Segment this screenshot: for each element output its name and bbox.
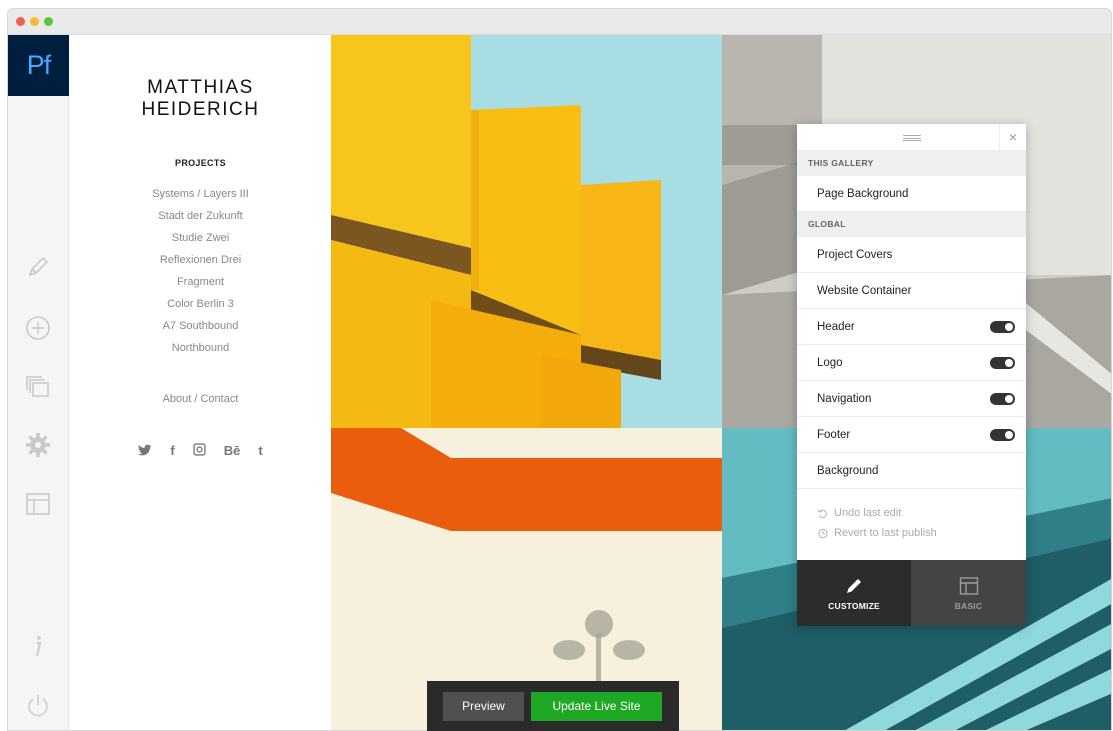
project-link[interactable]: Studie Zwei [70,231,331,253]
project-link[interactable]: Reflexionen Drei [70,253,331,275]
header-row-label: Header [817,321,855,333]
project-cover-yellow-blocks[interactable] [331,35,722,428]
project-link[interactable]: Northbound [70,341,331,363]
projects-list: Systems / Layers III Stadt der Zukunft S… [70,187,331,363]
panel-header: × [797,124,1026,151]
tab-customize[interactable]: CUSTOMIZE [797,560,911,626]
minimize-window-button[interactable] [30,17,39,26]
logo-toggle[interactable] [990,357,1015,369]
layout-icon [959,576,978,595]
logo-row[interactable]: Logo [797,345,1026,381]
close-window-button[interactable] [16,17,25,26]
tab-basic[interactable]: BASIC [911,560,1026,626]
about-contact-link[interactable]: About / Contact [70,393,331,405]
drag-handle-icon[interactable] [903,135,921,141]
behance-icon[interactable]: Bē [224,443,241,461]
pages-icon[interactable] [24,373,52,401]
undo-icon [817,508,827,518]
this-gallery-heading: THIS GALLERY [797,151,1026,176]
tool-rail: Pf [8,35,69,730]
revert-button[interactable]: Revert to last publish [817,523,1026,543]
header-row[interactable]: Header [797,309,1026,345]
customize-panel: × THIS GALLERY Page Background GLOBAL Pr… [797,124,1026,626]
close-icon[interactable]: × [999,124,1026,151]
background-row[interactable]: Background [797,453,1026,489]
project-link[interactable]: A7 Southbound [70,319,331,341]
logo-row-label: Logo [817,357,843,369]
tab-basic-label: BASIC [954,600,983,611]
info-icon[interactable] [24,632,52,660]
footer-toggle[interactable] [990,429,1015,441]
project-link[interactable]: Stadt der Zukunft [70,209,331,231]
update-live-site-button[interactable]: Update Live Site [531,691,662,721]
site-title[interactable]: MATTHIAS HEIDERICH [70,77,331,121]
tumblr-icon[interactable]: t [258,443,262,461]
page-background-row[interactable]: Page Background [797,176,1026,212]
undo-button[interactable]: Undo last edit [817,503,1026,523]
instagram-icon[interactable] [193,443,206,461]
title-bar [8,9,1111,35]
layout-icon[interactable] [24,490,52,518]
header-toggle[interactable] [990,321,1015,333]
history-actions: Undo last edit Revert to last publish [797,489,1026,560]
portfolio-logo[interactable]: Pf [8,35,69,96]
history-icon [818,528,828,538]
projects-heading[interactable]: PROJECTS [70,158,331,168]
project-link[interactable]: Systems / Layers III [70,187,331,209]
pencil-icon[interactable] [24,253,52,281]
global-heading: GLOBAL [797,212,1026,237]
gear-icon[interactable] [24,431,52,459]
power-icon[interactable] [24,691,52,719]
project-link[interactable]: Color Berlin 3 [70,297,331,319]
panel-tabs: CUSTOMIZE BASIC [797,560,1026,626]
app-window: Pf MATTHIAS HEIDERICH PROJECTS Systems /… [7,8,1112,731]
undo-label: Undo last edit [834,507,902,519]
facebook-icon[interactable]: f [170,443,174,461]
project-covers-row[interactable]: Project Covers [797,237,1026,273]
site-title-line1: MATTHIAS [147,77,254,98]
tab-customize-label: CUSTOMIZE [828,600,880,611]
publish-bar: Preview Update Live Site [427,681,679,731]
maximize-window-button[interactable] [44,17,53,26]
footer-row[interactable]: Footer [797,417,1026,453]
navigation-row[interactable]: Navigation [797,381,1026,417]
preview-button[interactable]: Preview [443,691,524,721]
project-link[interactable]: Fragment [70,275,331,297]
pencil-icon [847,578,861,593]
site-sidebar: MATTHIAS HEIDERICH PROJECTS Systems / La… [70,35,344,730]
navigation-row-label: Navigation [817,393,872,405]
add-circle-icon[interactable] [24,314,52,342]
navigation-toggle[interactable] [990,393,1015,405]
footer-row-label: Footer [817,429,851,441]
revert-label: Revert to last publish [834,527,937,539]
social-links: f Bē t [70,443,331,461]
twitter-icon[interactable] [138,443,152,461]
website-container-row[interactable]: Website Container [797,273,1026,309]
site-title-line2: HEIDERICH [141,99,260,120]
